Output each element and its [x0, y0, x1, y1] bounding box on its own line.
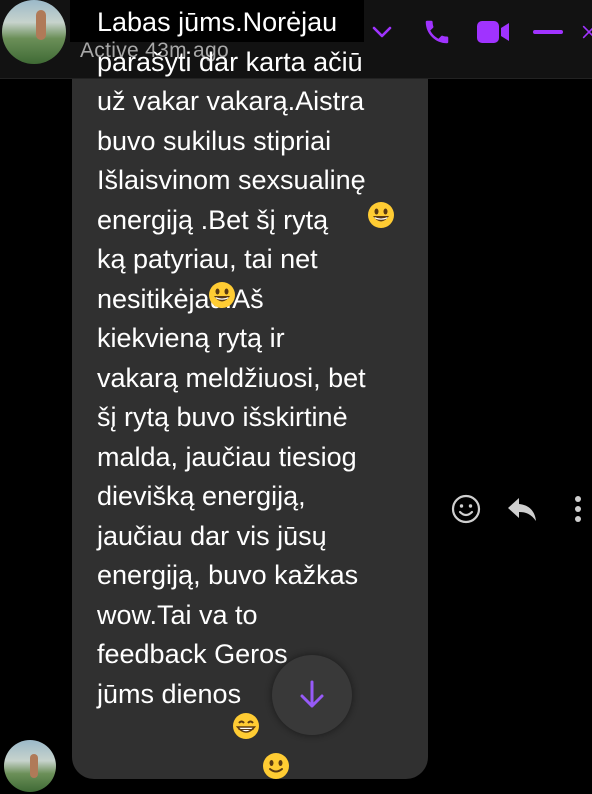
sender-avatar[interactable] [4, 740, 56, 792]
scroll-down-button[interactable] [272, 655, 352, 735]
scroll-down-arrow-icon [300, 680, 324, 708]
reply-icon[interactable] [504, 493, 540, 525]
message-text: Labas jūms.Norėjau parašyti dar karta ač… [97, 7, 366, 709]
contact-avatar[interactable] [2, 0, 66, 64]
video-icon[interactable] [474, 16, 512, 48]
react-emoji-icon[interactable] [448, 493, 484, 525]
more-options-icon[interactable] [566, 493, 590, 525]
grinning-face-emoji [367, 201, 395, 229]
grinning-face-emoji [208, 281, 236, 309]
slightly-smiling-face-emoji [262, 752, 290, 780]
phone-icon[interactable] [420, 16, 454, 48]
close-icon[interactable] [582, 16, 592, 48]
minimize-icon[interactable] [532, 16, 564, 48]
beaming-face-emoji [232, 712, 260, 740]
